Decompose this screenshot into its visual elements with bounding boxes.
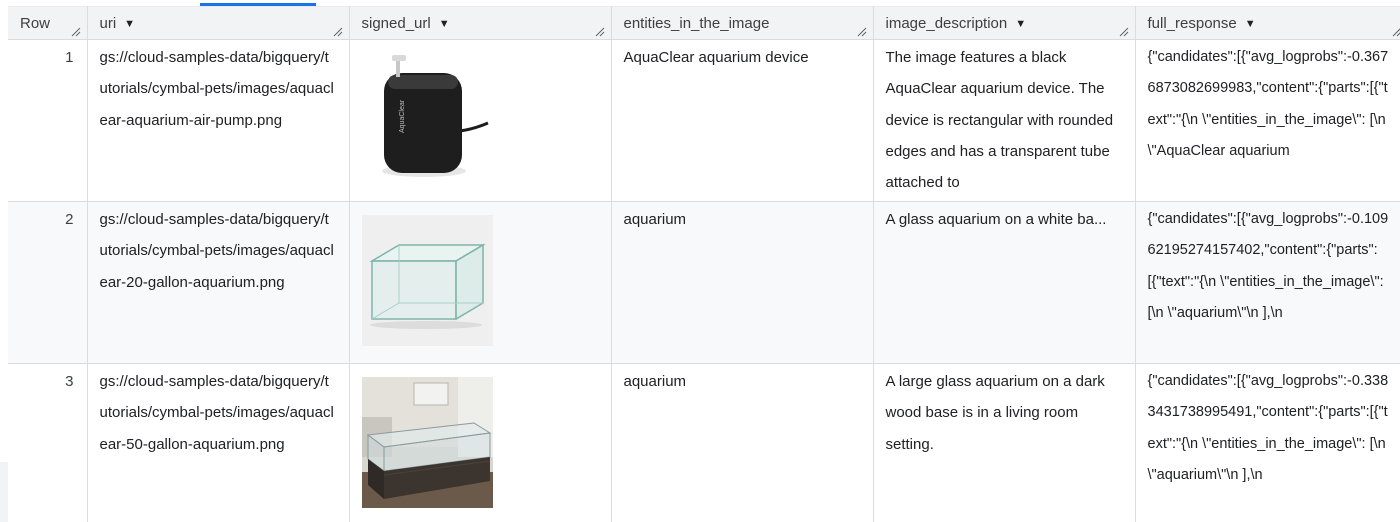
signed-url-cell[interactable] bbox=[349, 363, 612, 522]
table-row[interactable]: 2 gs://cloud-samples-data/bigquery/tutor… bbox=[8, 201, 1400, 364]
uri-cell[interactable]: gs://cloud-samples-data/bigquery/tutoria… bbox=[87, 201, 350, 364]
column-header-label: uri bbox=[99, 14, 117, 32]
column-header-label: full_response bbox=[1147, 14, 1237, 32]
column-header-label: Row bbox=[20, 14, 51, 32]
sort-menu-icon[interactable]: ▼ bbox=[124, 18, 135, 30]
full-response-cell[interactable]: {"candidates":[{"avg_logprobs":-0.338343… bbox=[1135, 363, 1400, 522]
living-room-aquarium-thumbnail[interactable] bbox=[361, 377, 493, 508]
table-row[interactable]: 1 gs://cloud-samples-data/bigquery/tutor… bbox=[8, 39, 1400, 202]
air-pump-thumbnail[interactable]: AquaClear bbox=[361, 53, 493, 184]
full-response-cell[interactable]: {"candidates":[{"avg_logprobs":-0.109621… bbox=[1135, 201, 1400, 364]
resize-handle-icon[interactable] bbox=[1392, 27, 1400, 37]
sort-menu-icon[interactable]: ▼ bbox=[1015, 18, 1026, 30]
column-header-row[interactable]: Row bbox=[8, 6, 88, 40]
row-number: 1 bbox=[8, 39, 88, 202]
table-row[interactable]: 3 gs://cloud-samples-data/bigquery/tutor… bbox=[8, 363, 1400, 522]
row-number: 3 bbox=[8, 363, 88, 522]
entities-cell[interactable]: aquarium bbox=[611, 201, 874, 364]
header-row: Row uri ▼ signed_url ▼ entities_in_the_ima… bbox=[8, 6, 1400, 40]
resize-handle-icon[interactable] bbox=[333, 27, 343, 37]
full-response-cell[interactable]: {"candidates":[{"avg_logprobs":-0.367687… bbox=[1135, 39, 1400, 202]
column-header-entities[interactable]: entities_in_the_image bbox=[611, 6, 874, 40]
row-number: 2 bbox=[8, 201, 88, 364]
image-description-cell[interactable]: A large glass aquarium on a dark wood ba… bbox=[873, 363, 1136, 522]
entities-cell[interactable]: AquaClear aquarium device bbox=[611, 39, 874, 202]
column-header-label: signed_url bbox=[361, 14, 431, 32]
sort-menu-icon[interactable]: ▼ bbox=[439, 18, 450, 30]
brand-text: AquaClear bbox=[399, 99, 406, 133]
column-header-full-response[interactable]: full_response ▼ bbox=[1135, 6, 1400, 40]
column-header-signed-url[interactable]: signed_url ▼ bbox=[349, 6, 612, 40]
resize-handle-icon[interactable] bbox=[1119, 27, 1129, 37]
resize-handle-icon[interactable] bbox=[595, 27, 605, 37]
entities-cell[interactable]: aquarium bbox=[611, 363, 874, 522]
resize-handle-icon[interactable] bbox=[857, 27, 867, 37]
signed-url-cell[interactable]: AquaClear bbox=[349, 39, 612, 202]
column-header-label: entities_in_the_image bbox=[623, 14, 770, 32]
results-grid: Row uri ▼ signed_url ▼ entities_in_the_ima… bbox=[8, 6, 1400, 522]
column-header-label: image_description bbox=[885, 14, 1008, 32]
uri-cell[interactable]: gs://cloud-samples-data/bigquery/tutoria… bbox=[87, 363, 350, 522]
signed-url-cell[interactable] bbox=[349, 201, 612, 364]
sort-menu-icon[interactable]: ▼ bbox=[1245, 18, 1256, 30]
column-header-uri[interactable]: uri ▼ bbox=[87, 6, 350, 40]
uri-cell[interactable]: gs://cloud-samples-data/bigquery/tutoria… bbox=[87, 39, 350, 202]
image-description-cell[interactable]: The image features a black AquaClear aqu… bbox=[873, 39, 1136, 202]
results-table: Row uri ▼ signed_url ▼ entities_in_the_ima… bbox=[8, 6, 1400, 522]
image-description-cell[interactable]: A glass aquarium on a white ba... bbox=[873, 201, 1136, 364]
left-panel-edge bbox=[0, 462, 8, 522]
glass-aquarium-thumbnail[interactable] bbox=[361, 215, 493, 346]
column-header-image-description[interactable]: image_description ▼ bbox=[873, 6, 1136, 40]
resize-handle-icon[interactable] bbox=[71, 27, 81, 37]
